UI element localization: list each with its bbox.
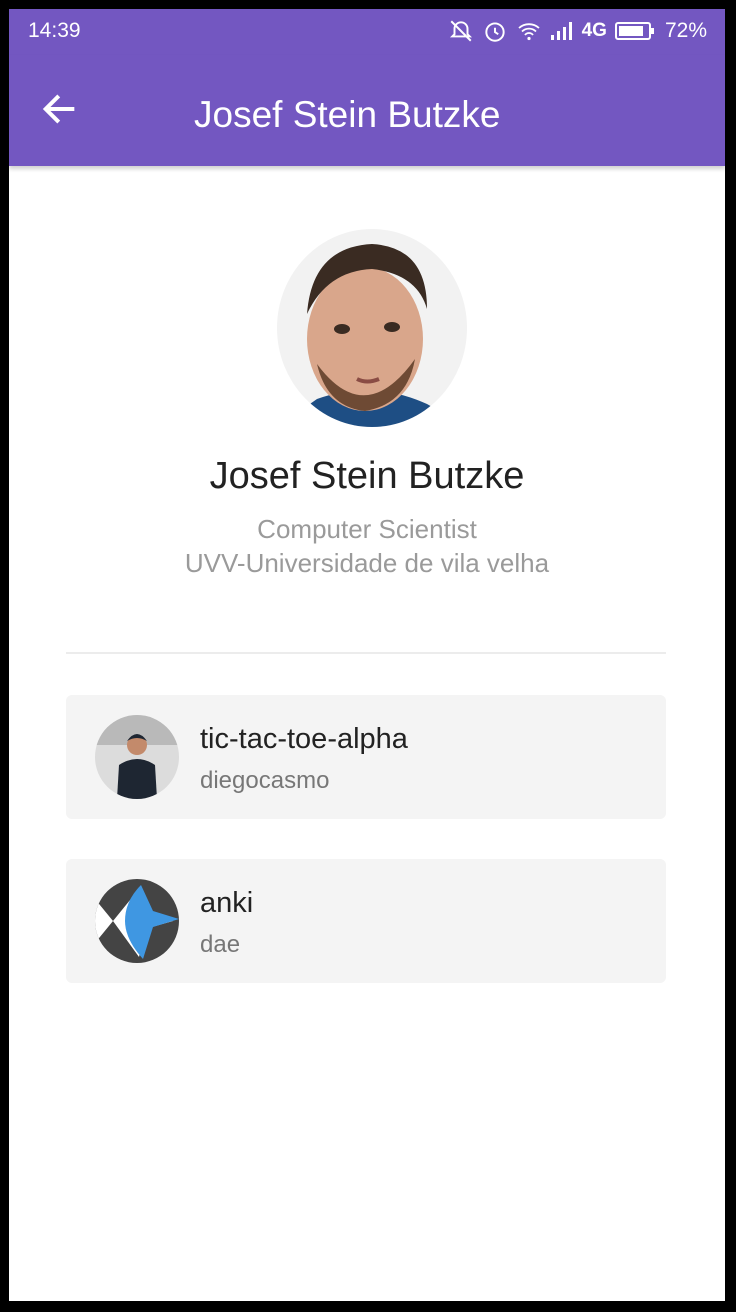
repo-owner-avatar	[95, 879, 179, 963]
app-screen: 14:39 4G 72% Josef Stein Butzke Josef St…	[9, 9, 725, 1301]
repo-owner-avatar	[95, 715, 179, 799]
status-bar: 14:39 4G 72%	[9, 9, 725, 55]
page-title: Josef Stein Butzke	[194, 94, 501, 135]
wifi-icon	[518, 23, 540, 41]
repo-name: anki	[200, 887, 254, 919]
profile-avatar	[277, 229, 467, 427]
network-type: 4G	[581, 20, 607, 41]
battery-icon	[614, 22, 654, 40]
profile-institution: UVV-Universidade de vila velha	[184, 548, 550, 578]
profile-occupation: Computer Scientist	[257, 514, 477, 544]
profile-name: Josef Stein Butzke	[209, 455, 525, 497]
signal-icon	[550, 22, 572, 40]
app-bar: Josef Stein Butzke	[9, 55, 725, 166]
alarm-off-icon	[449, 20, 472, 42]
battery-percent: 72%	[664, 19, 707, 42]
repo-name: tic-tac-toe-alpha	[200, 723, 408, 755]
repo-card[interactable]: anki dae	[66, 859, 666, 983]
alarm-clock-icon	[484, 22, 505, 42]
repo-card[interactable]: tic-tac-toe-alpha diegocasmo	[66, 695, 666, 819]
status-icons: 4G 72%	[448, 18, 707, 44]
repo-owner: diegocasmo	[200, 767, 330, 794]
repo-owner: dae	[200, 931, 241, 958]
back-arrow-icon[interactable]	[39, 89, 79, 129]
status-time: 14:39	[28, 19, 81, 42]
divider	[66, 652, 666, 654]
